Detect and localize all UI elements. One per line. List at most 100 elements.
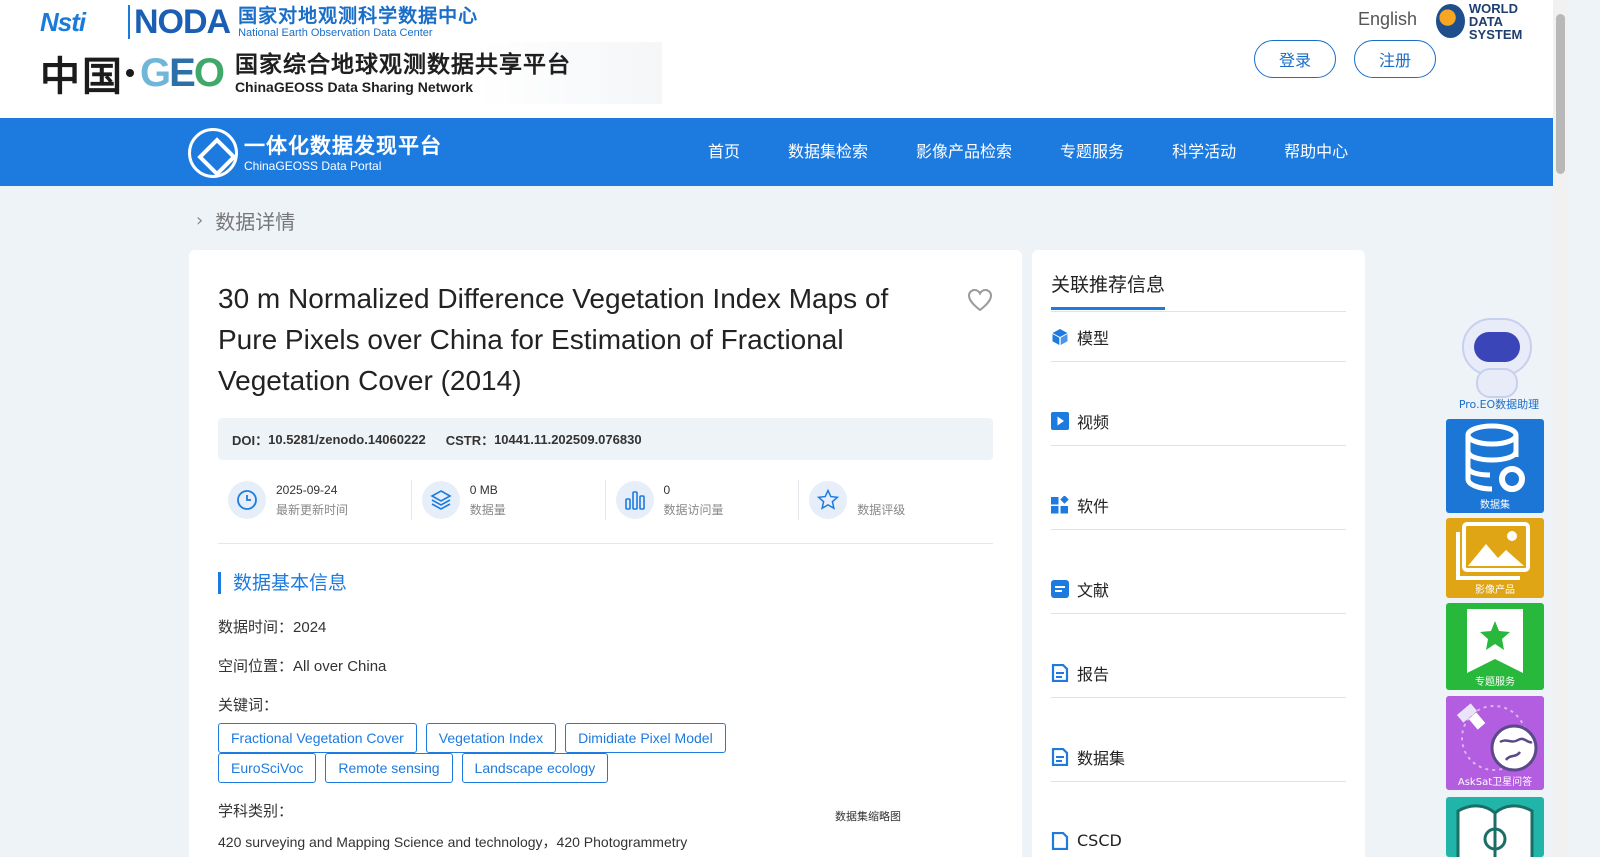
- related-item-report[interactable]: 报告: [1051, 648, 1346, 698]
- assistant-label: Pro.EO数据助理: [1458, 398, 1540, 411]
- dataset-stats: 2025-09-24 最新更新时间 0 MB 数据量 0 数据访问量 数据评级: [218, 478, 993, 544]
- related-item-software[interactable]: 软件: [1051, 480, 1346, 530]
- geoss-text: 国家综合地球观测数据共享平台 ChinaGEOSS Data Sharing N…: [235, 51, 571, 95]
- related-item-label: 视频: [1077, 412, 1110, 432]
- breadcrumb-current: 数据详情: [215, 210, 296, 234]
- clock-icon: [228, 481, 266, 519]
- noda-text: 国家对地观测科学数据中心 National Earth Observation …: [238, 5, 478, 40]
- stat-visits: 0 数据访问量: [606, 480, 800, 520]
- location-row: 空间位置：All over China: [218, 655, 386, 676]
- register-button[interactable]: 注册: [1354, 40, 1436, 78]
- related-item-dataset[interactable]: 数据集: [1051, 732, 1346, 782]
- widget-asksat[interactable]: AskSat卫星问答: [1446, 696, 1544, 790]
- page-scrollbar[interactable]: [1553, 0, 1568, 857]
- widget-dataset[interactable]: 数据集: [1446, 419, 1544, 513]
- noda-logo[interactable]: Nsti NODA 国家对地观测科学数据中心 National Earth Ob…: [38, 2, 478, 42]
- keyword-tag[interactable]: Dimidiate Pixel Model: [565, 723, 726, 753]
- keyword-tag[interactable]: Vegetation Index: [425, 723, 557, 753]
- scrollbar-thumb[interactable]: [1556, 14, 1565, 174]
- nsti-logo: Nsti: [40, 7, 86, 37]
- stat-label: 数据量: [469, 503, 506, 517]
- related-item-literature[interactable]: 文献: [1051, 564, 1346, 614]
- nav-item-help-center[interactable]: 帮助中心: [1260, 118, 1372, 186]
- play-icon: [1051, 411, 1069, 430]
- nav-item-dataset-search[interactable]: 数据集检索: [764, 118, 892, 186]
- dataset-detail-card: 30 m Normalized Difference Vegetation In…: [189, 250, 1022, 857]
- stat-rating: 数据评级: [799, 480, 993, 520]
- doi-value[interactable]: 10.5281/zenodo.14060222: [268, 432, 426, 447]
- related-item-video[interactable]: 视频: [1051, 396, 1346, 446]
- related-recommendations-card: 关联推荐信息 模型 视频 软件 文献 报告 数据集 CSCD: [1032, 250, 1365, 857]
- widget-label: 专题服务: [1475, 677, 1515, 688]
- widget-image-products[interactable]: 影像产品: [1446, 518, 1544, 598]
- bookmark-star-icon: [1467, 609, 1523, 673]
- database-icon: [1465, 423, 1525, 492]
- chevron-right-icon: ›: [196, 210, 204, 231]
- related-item-label: 软件: [1077, 496, 1110, 516]
- keyword-tag[interactable]: Remote sensing: [325, 753, 453, 783]
- portal-logo[interactable]: 一体化数据发现平台 ChinaGEOSS Data Portal: [188, 128, 442, 178]
- stat-label: 数据评级: [857, 503, 906, 517]
- geo-wordmark: GEO: [140, 50, 225, 95]
- data-time-value: 2024: [293, 619, 327, 636]
- logo-dot: [126, 69, 134, 77]
- nav-item-image-search[interactable]: 影像产品检索: [892, 118, 1036, 186]
- keyword-tags: Fractional Vegetation Cover Vegetation I…: [218, 723, 758, 783]
- language-switch[interactable]: English: [1358, 9, 1417, 30]
- category-label: 学科类别：: [218, 802, 294, 820]
- widget-label: 数据集: [1480, 500, 1510, 511]
- layers-icon: [421, 481, 460, 519]
- portal-name-cn: 一体化数据发现平台: [244, 134, 442, 158]
- nav-item-home[interactable]: 首页: [684, 118, 764, 186]
- stat-label: 数据访问量: [663, 503, 724, 517]
- related-item-label: 模型: [1077, 328, 1110, 348]
- apps-icon: [1051, 495, 1069, 513]
- cube-icon: [1052, 328, 1068, 345]
- heart-icon[interactable]: [967, 288, 993, 312]
- keyword-tag[interactable]: EuroSciVoc: [218, 753, 317, 783]
- nav-item-science-activity[interactable]: 科学活动: [1148, 118, 1260, 186]
- related-item-model[interactable]: 模型: [1051, 312, 1346, 362]
- globe-icon: [1436, 4, 1465, 38]
- report-icon: [1051, 663, 1069, 682]
- related-item-cscd[interactable]: CSCD: [1051, 816, 1346, 857]
- page-title: 30 m Normalized Difference Vegetation In…: [218, 283, 889, 396]
- portal-name-en: ChinaGEOSS Data Portal: [244, 159, 382, 173]
- data-time-row: 数据时间：2024: [218, 616, 326, 637]
- stat-value: 0 MB: [469, 483, 498, 497]
- ai-assistant-button[interactable]: Pro.EO数据助理: [1454, 318, 1542, 412]
- keyword-tag[interactable]: Fractional Vegetation Cover: [218, 723, 417, 753]
- stat-value: 0: [663, 483, 671, 497]
- data-time-label: 数据时间：: [218, 618, 294, 636]
- bar-chart-icon: [615, 481, 654, 519]
- satellite-icon: [1456, 703, 1538, 772]
- report-icon: [1051, 747, 1069, 766]
- chinageoss-logo[interactable]: 中国 GEO 国家综合地球观测数据共享平台 ChinaGEOSS Data Sh…: [40, 42, 662, 104]
- widget-label: AskSat卫星问答: [1457, 777, 1533, 788]
- widget-book[interactable]: [1446, 797, 1544, 857]
- stat-label: 最新更新时间: [276, 503, 349, 517]
- widget-topic-service[interactable]: 专题服务: [1446, 603, 1544, 690]
- geoss-name-en: ChinaGEOSS Data Sharing Network: [234, 79, 473, 95]
- wds-line1: WORLD: [1468, 0, 1518, 16]
- doi-label: DOI：: [232, 432, 269, 448]
- nav-menu: 首页 数据集检索 影像产品检索 专题服务 科学活动 帮助中心: [684, 118, 1372, 186]
- keyword-tag[interactable]: Landscape ecology: [461, 753, 609, 783]
- nav-item-topic-service[interactable]: 专题服务: [1036, 118, 1148, 186]
- category-value: 420 surveying and Mapping Science and te…: [218, 834, 688, 850]
- star-icon: [809, 481, 848, 519]
- china-calligraphy: 中国: [40, 53, 124, 100]
- main-nav: 一体化数据发现平台 ChinaGEOSS Data Portal 首页 数据集检…: [0, 118, 1553, 186]
- login-button[interactable]: 登录: [1254, 40, 1336, 78]
- widget-label: 影像产品: [1475, 585, 1515, 596]
- identifier-box: DOI： 10.5281/zenodo.14060222 CSTR： 10441…: [218, 418, 993, 460]
- book-icon: [1456, 804, 1534, 857]
- world-data-system-logo[interactable]: WORLD DATA SYSTEM: [1436, 0, 1546, 41]
- location-value: All over China: [293, 658, 387, 675]
- noda-name-en: National Earth Observation Data Center: [238, 26, 433, 39]
- related-item-label: 报告: [1077, 664, 1110, 684]
- site-header: Nsti NODA 国家对地观测科学数据中心 National Earth Ob…: [0, 0, 1568, 118]
- stat-update-time: 2025-09-24 最新更新时间: [218, 480, 412, 520]
- cstr-value[interactable]: 10441.11.202509.076830: [494, 432, 642, 447]
- breadcrumb: › 数据详情: [196, 206, 295, 235]
